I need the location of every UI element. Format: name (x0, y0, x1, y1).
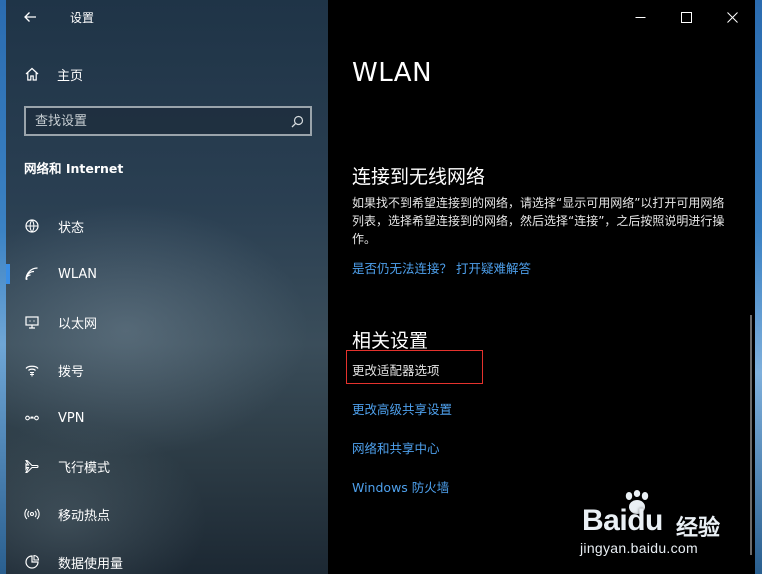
nav-item-label: WLAN (58, 266, 98, 282)
scrollbar[interactable] (750, 315, 752, 555)
nav-item-data-usage[interactable]: 数据使用量 (6, 538, 328, 574)
watermark-url: jingyan.baidu.com (580, 540, 698, 556)
app-title: 设置 (70, 10, 95, 25)
minimize-button[interactable] (617, 0, 663, 34)
related-settings-heading: 相关设置 (352, 330, 429, 352)
content-pane: WLAN 连接到无线网络 如果找不到希望连接到的网络，请选择“显示可用网络”以打… (328, 0, 755, 574)
search-icon[interactable] (284, 115, 310, 128)
back-arrow-icon (24, 12, 36, 22)
data-usage-icon (6, 554, 58, 570)
nav-item-label: VPN (58, 410, 85, 426)
title-bar: 设置 (6, 0, 328, 34)
home-icon (6, 66, 58, 82)
baidu-watermark: Baidu 经验 jingyan.baidu.com (580, 490, 730, 562)
network-sharing-center-link[interactable]: 网络和共享中心 (352, 438, 440, 457)
home-label: 主页 (57, 68, 84, 84)
globe-icon (6, 218, 58, 234)
minimize-icon (635, 16, 645, 18)
search-box[interactable] (24, 106, 312, 136)
nav-item-label: 移动热点 (58, 508, 111, 524)
watermark-brand-cn: 经验 (676, 516, 721, 541)
nav-item-hotspot[interactable]: 移动热点 (6, 490, 328, 538)
connect-description: 如果找不到希望连接到的网络，请选择“显示可用网络”以打开可用网络列表，选择希望连… (352, 196, 725, 246)
nav-home[interactable]: 主页 (6, 56, 328, 92)
section-title: 网络和 Internet (24, 161, 124, 176)
nav-item-vpn[interactable]: VPN (6, 394, 328, 442)
troubleshoot-link[interactable]: 是否仍无法连接？ 打开疑难解答 (352, 258, 531, 277)
search-input[interactable] (26, 108, 284, 134)
nav-item-status[interactable]: 状态 (6, 202, 328, 250)
nav-item-label: 以太网 (58, 316, 98, 332)
nav-item-label: 飞行模式 (58, 460, 111, 476)
page-title: WLAN (352, 58, 433, 88)
active-indicator (6, 264, 10, 284)
windows-firewall-link[interactable]: Windows 防火墙 (352, 477, 449, 496)
vpn-icon (6, 410, 58, 426)
back-button[interactable] (6, 0, 54, 34)
close-icon (726, 11, 738, 23)
settings-window: 设置 主页 网络和 Internet 状态 (6, 0, 755, 574)
watermark-brand: Baidu (582, 504, 663, 537)
nav-item-label: 状态 (58, 220, 85, 236)
nav-item-wlan[interactable]: WLAN (6, 250, 328, 298)
ethernet-icon (6, 314, 58, 330)
nav-list: 状态 WLAN 以太网 拨号 VPN 飞行模式 移动热点 数据使用量 (6, 202, 328, 574)
hotspot-icon (6, 506, 58, 522)
advanced-sharing-link[interactable]: 更改高级共享设置 (352, 399, 452, 418)
window-controls (617, 0, 755, 34)
navigation-pane: 设置 主页 网络和 Internet 状态 (6, 0, 328, 574)
nav-item-ethernet[interactable]: 以太网 (6, 298, 328, 346)
airplane-icon (6, 458, 58, 474)
dialup-icon (6, 362, 58, 378)
wifi-icon (6, 266, 58, 282)
nav-item-airplane[interactable]: 飞行模式 (6, 442, 328, 490)
maximize-button[interactable] (663, 0, 709, 34)
nav-item-label: 拨号 (58, 364, 85, 380)
nav-item-dialup[interactable]: 拨号 (6, 346, 328, 394)
adapter-options-link[interactable]: 更改适配器选项 (352, 360, 440, 379)
desktop-wallpaper-right (755, 0, 762, 574)
connect-heading: 连接到无线网络 (352, 166, 486, 188)
close-button[interactable] (709, 0, 755, 34)
nav-item-label: 数据使用量 (58, 556, 124, 572)
maximize-icon (680, 11, 692, 23)
